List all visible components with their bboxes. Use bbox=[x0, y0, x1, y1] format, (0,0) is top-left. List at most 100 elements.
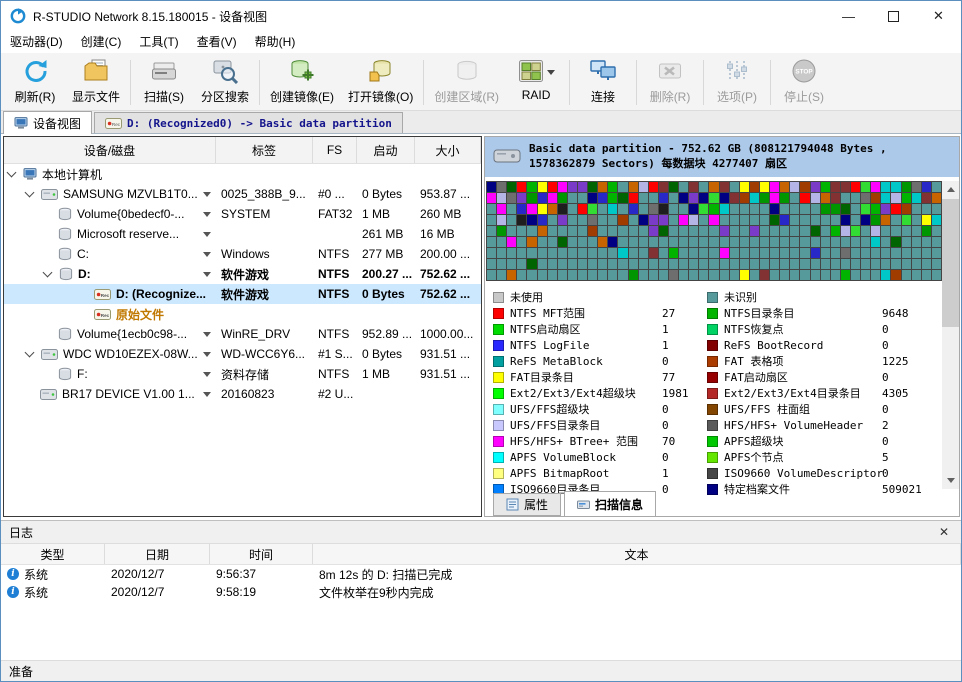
tree-row[interactable]: Volume{1ecb0c98-...WinRE_DRVNTFS952.89 .… bbox=[4, 324, 481, 344]
expander-icon[interactable] bbox=[25, 348, 35, 358]
sector-block bbox=[709, 248, 718, 258]
device-name: Volume{0bedecf0-... bbox=[77, 207, 184, 221]
create-region-button[interactable]: 创建区域(R) bbox=[427, 55, 506, 110]
tab-recognized-partition[interactable]: RecD: (Recognized0) -> Basic data partit… bbox=[94, 112, 403, 133]
svg-text:Rec: Rec bbox=[101, 292, 110, 297]
raid-dropdown-arrow[interactable] bbox=[547, 70, 555, 75]
expander-icon[interactable] bbox=[25, 188, 35, 198]
connect-button[interactable]: 连接 bbox=[573, 55, 633, 110]
sector-block bbox=[507, 248, 516, 258]
sector-block bbox=[932, 248, 941, 258]
raid-button[interactable]: RAID bbox=[506, 55, 566, 110]
log-row[interactable]: i系统2020/12/79:58:19文件枚举在9秒内完成 bbox=[1, 583, 961, 601]
sector-block bbox=[720, 248, 729, 258]
tree-row[interactable]: BR17 DEVICE V1.00 1...20160823#2 U... bbox=[4, 384, 481, 404]
log-column-header-1[interactable]: 日期 bbox=[105, 544, 210, 564]
sector-block bbox=[578, 259, 587, 269]
sector-block bbox=[841, 248, 850, 258]
device-dropdown-arrow[interactable] bbox=[203, 352, 211, 357]
device-dropdown-arrow[interactable] bbox=[203, 232, 211, 237]
legend-count: 70 bbox=[662, 435, 675, 448]
main-area: 设备/磁盘标签FS启动大小 本地计算机SAMSUNG MZVLB1T0...00… bbox=[1, 134, 961, 520]
rec-icon: Rec bbox=[94, 288, 111, 301]
close-button[interactable]: ✕ bbox=[916, 1, 961, 31]
device-dropdown-arrow[interactable] bbox=[203, 252, 211, 257]
sector-block bbox=[527, 248, 536, 258]
device-dropdown-arrow[interactable] bbox=[203, 192, 211, 197]
vertical-scrollbar[interactable] bbox=[942, 181, 959, 489]
device-dropdown-arrow[interactable] bbox=[203, 272, 211, 277]
create-image-button[interactable]: 创建镜像(E) bbox=[263, 55, 341, 110]
legend-count: 0 bbox=[882, 403, 889, 416]
tree-column-header-1[interactable]: 标签 bbox=[216, 137, 313, 163]
device-name: 原始文件 bbox=[116, 306, 164, 323]
tab-scan-info[interactable]: 扫描信息 bbox=[564, 491, 656, 516]
tree-row[interactable]: WDC WD10EZEX-08W...WD-WCC6Y6...#1 S...0 … bbox=[4, 344, 481, 364]
maximize-button[interactable] bbox=[871, 1, 916, 31]
tree-row[interactable]: 本地计算机 bbox=[4, 164, 481, 184]
device-dropdown-arrow[interactable] bbox=[203, 372, 211, 377]
options-button[interactable]: 选项(P) bbox=[707, 55, 767, 110]
log-column-header-2[interactable]: 时间 bbox=[210, 544, 313, 564]
scroll-up-button[interactable] bbox=[942, 181, 959, 198]
log-close-button[interactable]: ✕ bbox=[935, 525, 953, 539]
show-files-button[interactable]: 显示文件 bbox=[65, 55, 127, 110]
menu-drive[interactable]: 驱动器(D) bbox=[1, 31, 72, 53]
log-row[interactable]: i系统2020/12/79:56:378m 12s 的 D: 扫描已完成 bbox=[1, 565, 961, 583]
sector-block bbox=[881, 215, 890, 225]
log-column-header-3[interactable]: 文本 bbox=[313, 544, 961, 564]
scrollbar-thumb[interactable] bbox=[942, 199, 959, 327]
tree-row[interactable]: Microsoft reserve...261 MB16 MB bbox=[4, 224, 481, 244]
tree-column-header-3[interactable]: 启动 bbox=[357, 137, 415, 163]
sector-block bbox=[517, 237, 526, 247]
scan-button[interactable]: 扫描(S) bbox=[134, 55, 194, 110]
refresh-button[interactable]: 刷新(R) bbox=[5, 55, 65, 110]
sector-block bbox=[720, 182, 729, 192]
log-panel: 日志 ✕ 类型日期时间文本 i系统2020/12/79:56:378m 12s … bbox=[1, 520, 961, 660]
raid-label: RAID bbox=[522, 88, 551, 102]
partition-search-button[interactable]: 分区搜索 bbox=[194, 55, 256, 110]
sector-block bbox=[740, 237, 749, 247]
tree-row[interactable]: C:WindowsNTFS277 MB200.00 ... bbox=[4, 244, 481, 264]
sector-block bbox=[639, 182, 648, 192]
stop-button[interactable]: STOP停止(S) bbox=[774, 55, 834, 110]
tree-row[interactable]: SAMSUNG MZVLB1T0...0025_388B_9...#0 ...0… bbox=[4, 184, 481, 204]
sector-block bbox=[831, 182, 840, 192]
sector-block bbox=[689, 259, 698, 269]
legend-item: NTFS恢复点0 bbox=[707, 321, 937, 337]
minimize-button[interactable]: — bbox=[826, 1, 871, 31]
tree-column-header-4[interactable]: 大小 bbox=[415, 137, 481, 163]
sector-block bbox=[902, 204, 911, 214]
tab-properties[interactable]: 属性 bbox=[493, 493, 561, 516]
log-column-header-0[interactable]: 类型 bbox=[1, 544, 105, 564]
menu-help[interactable]: 帮助(H) bbox=[246, 31, 305, 53]
legend-swatch bbox=[493, 308, 504, 319]
tree-row[interactable]: Rec原始文件 bbox=[4, 304, 481, 324]
sector-block bbox=[517, 270, 526, 280]
device-dropdown-arrow[interactable] bbox=[203, 212, 211, 217]
info-icon: i bbox=[7, 568, 19, 580]
legend-label: NTFS目录条目 bbox=[724, 305, 882, 321]
tree-row[interactable]: Volume{0bedecf0-...SYSTEMFAT321 MB260 MB bbox=[4, 204, 481, 224]
tree-row[interactable]: F:资料存储NTFS1 MB931.51 ... bbox=[4, 364, 481, 384]
tree-row[interactable]: RecD: (Recognize...软件游戏NTFS0 Bytes752.62… bbox=[4, 284, 481, 304]
volume-icon bbox=[58, 327, 72, 341]
tab-device-view[interactable]: 设备视图 bbox=[3, 111, 92, 134]
menu-view[interactable]: 查看(V) bbox=[188, 31, 246, 53]
legend-count: 1 bbox=[662, 339, 669, 352]
tree-row[interactable]: D:软件游戏NTFS200.27 ...752.62 ... bbox=[4, 264, 481, 284]
sector-map[interactable] bbox=[486, 181, 942, 281]
expander-icon[interactable] bbox=[7, 168, 17, 178]
tree-column-header-2[interactable]: FS bbox=[313, 137, 357, 163]
device-dropdown-arrow[interactable] bbox=[203, 392, 211, 397]
scroll-down-button[interactable] bbox=[942, 472, 959, 489]
delete-button[interactable]: 删除(R) bbox=[640, 55, 700, 110]
sector-block bbox=[689, 182, 698, 192]
open-image-button[interactable]: 打开镜像(O) bbox=[341, 55, 420, 110]
menu-create[interactable]: 创建(C) bbox=[72, 31, 131, 53]
stop-icon-row: STOP bbox=[791, 58, 817, 86]
tree-column-header-0[interactable]: 设备/磁盘 bbox=[4, 137, 216, 163]
expander-icon[interactable] bbox=[43, 268, 53, 278]
device-dropdown-arrow[interactable] bbox=[203, 332, 211, 337]
menu-tools[interactable]: 工具(T) bbox=[130, 31, 187, 53]
